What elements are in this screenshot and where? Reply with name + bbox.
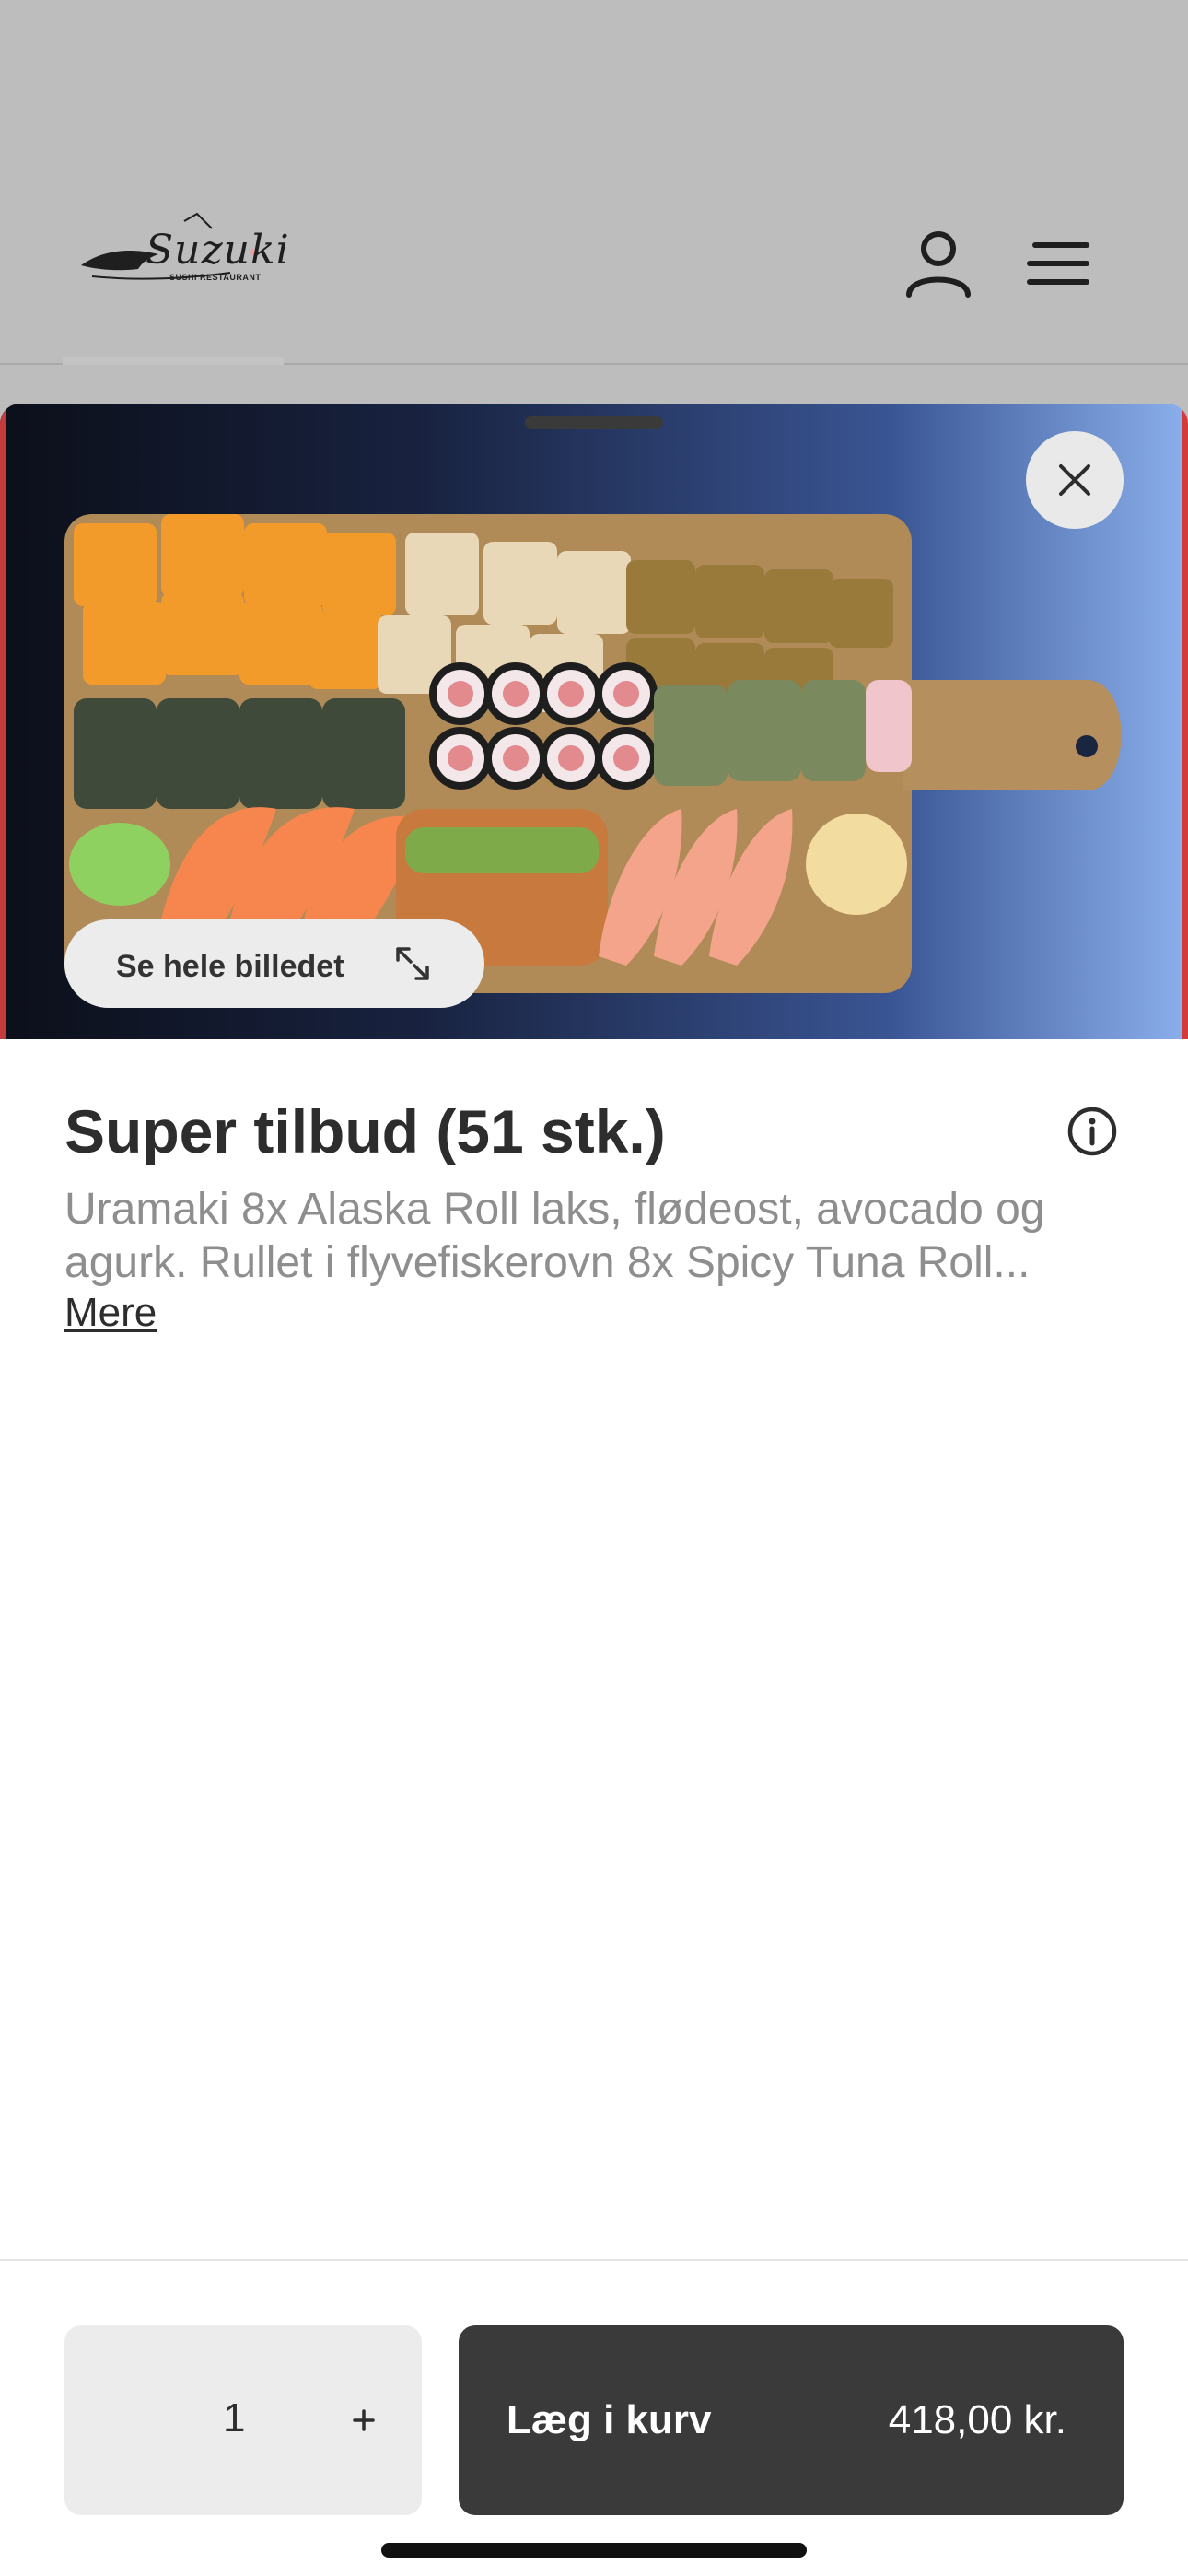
restaurant-logo[interactable]: Suzuki SUSHI RESTAURANT [74, 212, 289, 295]
add-to-cart-button[interactable]: Læg i kurv 418,00 kr. [459, 2325, 1124, 2515]
expand-icon [392, 943, 433, 984]
view-full-image-button[interactable]: Se hele billedet [64, 919, 484, 1008]
hamburger-menu-icon [1027, 242, 1089, 285]
add-to-cart-label: Læg i kurv [507, 2397, 712, 2442]
sheet-drag-handle[interactable] [525, 416, 663, 429]
view-full-image-label: Se hele billedet [116, 949, 344, 984]
footer-bar: 1 Læg i kurv 418,00 kr. [0, 2259, 1188, 2576]
plus-icon [353, 2409, 375, 2431]
background-header: Suzuki SUSHI RESTAURANT [0, 0, 1188, 365]
product-description-line: Uramaki 8x Alaska Roll laks, flødeost, a… [64, 1185, 1045, 1234]
more-link[interactable]: Mere [64, 1290, 157, 1336]
logo-brand-text: Suzuki [146, 227, 290, 274]
close-icon [1059, 464, 1090, 496]
price-label: 418,00 kr. [888, 2397, 1066, 2442]
background-tab-indicator [63, 357, 284, 365]
account-button[interactable] [903, 227, 974, 299]
menu-button[interactable] [1026, 236, 1096, 291]
product-image[interactable]: Se hele billedet [0, 404, 1188, 1039]
quantity-value: 1 [223, 2395, 246, 2441]
product-bottom-sheet: Se hele billedet Super tilbud (51 stk.) … [0, 404, 1188, 2576]
close-button[interactable] [1026, 431, 1124, 529]
quantity-stepper: 1 [64, 2325, 422, 2515]
user-icon [906, 231, 971, 298]
info-icon[interactable] [1066, 1106, 1118, 1157]
product-title: Super tilbud (51 stk.) [64, 1097, 666, 1165]
plus-button[interactable] [332, 2388, 396, 2453]
product-description: Uramaki 8x Alaska Roll laks, flødeost, a… [64, 1183, 1124, 1290]
logo-tagline: SUSHI RESTAURANT [169, 273, 262, 282]
home-indicator[interactable] [381, 2543, 807, 2558]
product-description-line: agurk. Rullet i flyvefiskerovn 8x Spicy … [64, 1238, 1031, 1287]
